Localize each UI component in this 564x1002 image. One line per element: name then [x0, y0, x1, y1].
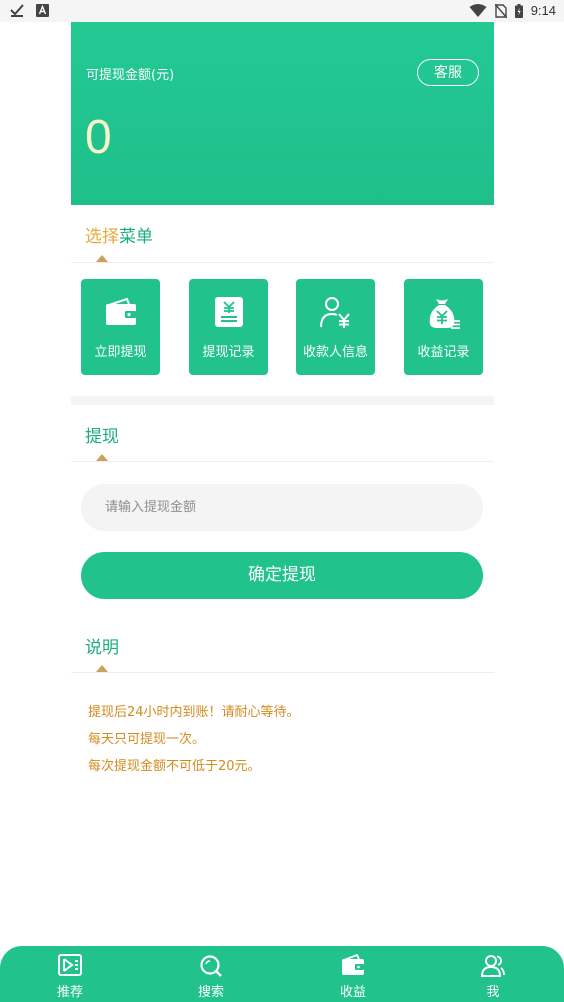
section-indicator-arrow [96, 255, 108, 262]
section-indicator-arrow [96, 454, 108, 461]
menu-payee-info[interactable]: 收款人信息 [296, 279, 375, 375]
menu-title-part1: 选择 [85, 227, 119, 247]
status-bar: 9:14 [0, 0, 564, 22]
balance-amount: 0 [85, 111, 112, 164]
section-divider [71, 262, 494, 263]
download-done-icon [10, 4, 24, 17]
nav-item-search[interactable]: 搜索 [171, 946, 251, 1002]
battery-icon [514, 3, 523, 18]
menu-section-title: 选择菜单 [85, 222, 153, 247]
withdraw-amount-input[interactable] [81, 484, 483, 531]
nav-label: 搜索 [197, 985, 224, 1000]
bottom-nav: 推荐 搜索 收益 我 [0, 946, 564, 1002]
menu-grid: 立即提现 提现记录 收款人信息 收益记录 [81, 279, 483, 375]
payee-icon [319, 297, 350, 328]
menu-label: 立即提现 [94, 345, 147, 360]
balance-card: 可提现金额(元) 客服 0 [71, 22, 494, 205]
withdraw-section-title: 提现 [85, 427, 119, 447]
menu-label: 收款人信息 [302, 345, 368, 360]
section-divider [71, 461, 494, 462]
menu-section-header: 选择菜单 [71, 222, 494, 278]
notes-list: 提现后24小时内到账！请耐心等待。 每天只可提现一次。 每次提现金额不可低于20… [88, 704, 300, 785]
menu-label: 收益记录 [417, 345, 470, 360]
app-notification-icon [36, 3, 49, 17]
notes-section-header: 说明 [71, 633, 494, 689]
nav-label: 收益 [339, 985, 366, 1000]
nav-item-recommend[interactable]: 推荐 [30, 946, 110, 1002]
nav-label: 我 [486, 985, 500, 1000]
menu-earnings-records[interactable]: 收益记录 [404, 279, 483, 375]
nav-label: 推荐 [56, 985, 83, 1000]
wifi-icon [469, 3, 487, 17]
withdraw-section-header: 提现 [71, 422, 494, 478]
nav-item-me[interactable]: 我 [453, 946, 533, 1002]
note-item: 提现后24小时内到账！请耐心等待。 [88, 705, 300, 720]
wallet-icon [105, 297, 136, 325]
notes-section-title: 说明 [85, 638, 119, 658]
menu-withdraw-records[interactable]: 提现记录 [189, 279, 268, 375]
section-indicator-arrow [96, 665, 108, 672]
no-sim-icon [494, 3, 507, 18]
nav-item-earnings[interactable]: 收益 [313, 946, 393, 1002]
receipt-icon [214, 297, 243, 327]
user-icon [481, 955, 505, 977]
section-divider [71, 672, 494, 673]
note-item: 每天只可提现一次。 [88, 732, 206, 747]
video-icon [58, 954, 82, 976]
section-spacer [71, 396, 494, 405]
note-item: 每次提现金额不可低于20元。 [88, 759, 261, 774]
balance-label: 可提现金额(元) [86, 68, 175, 83]
clock: 9:14 [530, 3, 556, 18]
menu-title-part2: 菜单 [119, 227, 153, 247]
menu-label: 提现记录 [202, 345, 255, 360]
menu-withdraw-now[interactable]: 立即提现 [81, 279, 160, 375]
confirm-withdraw-button[interactable]: 确定提现 [81, 552, 483, 599]
search-icon [200, 955, 222, 977]
wallet-icon [342, 954, 364, 975]
customer-service-button[interactable]: 客服 [417, 59, 479, 86]
money-bag-icon [429, 299, 460, 329]
